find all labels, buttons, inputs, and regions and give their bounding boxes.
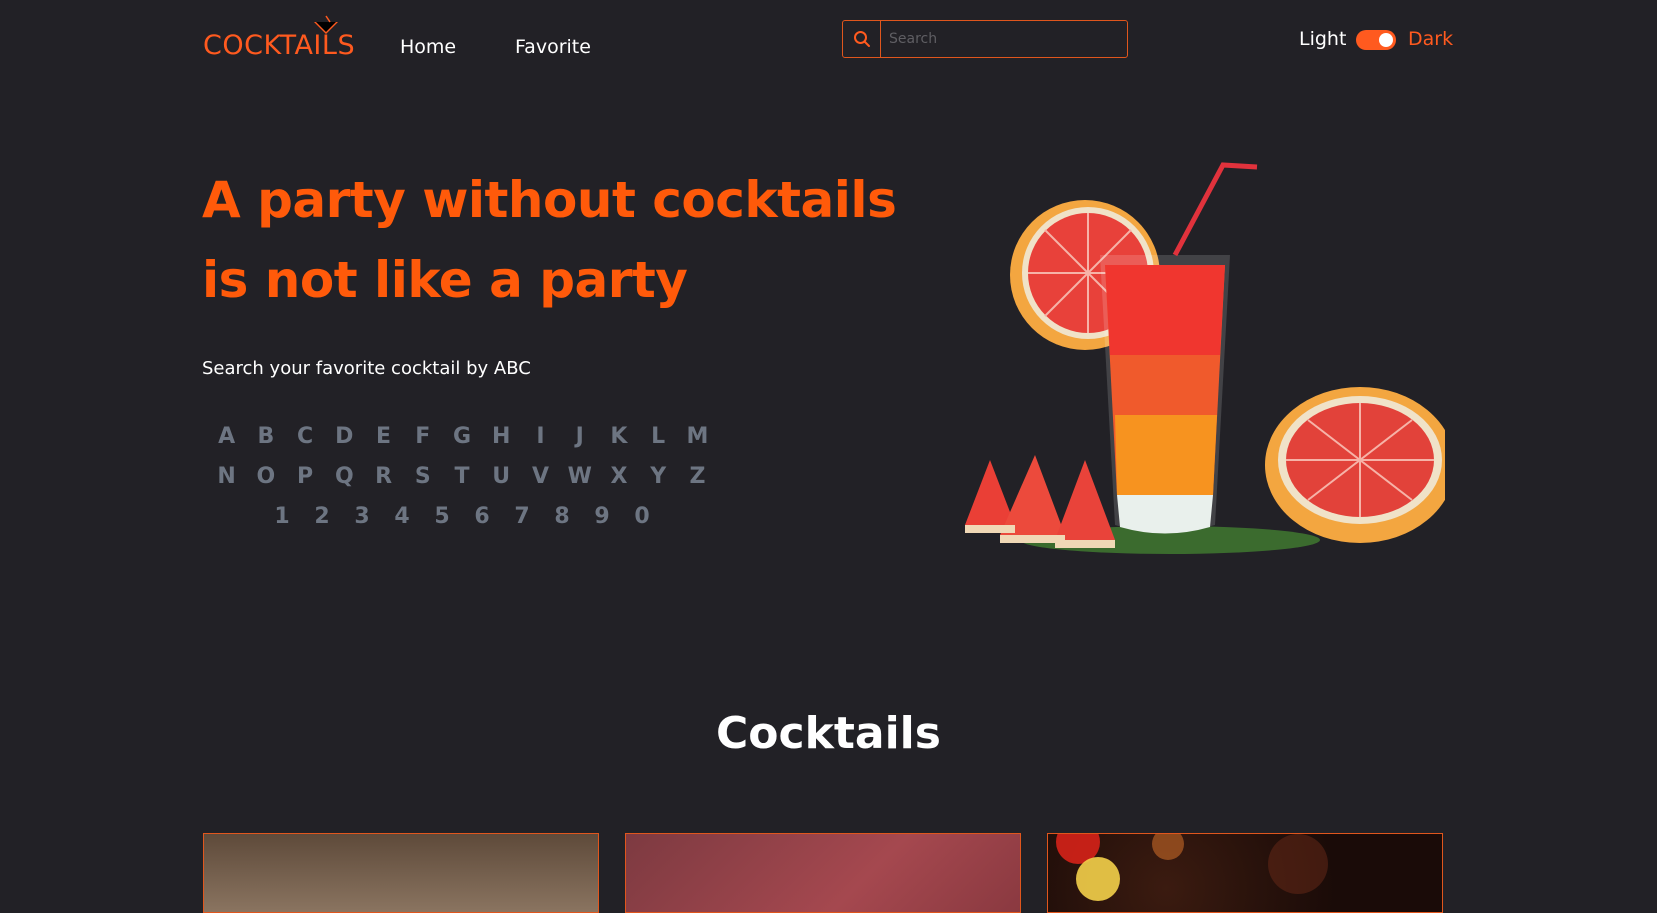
digit-button[interactable]: 0	[622, 504, 662, 544]
letter-button[interactable]: R	[364, 464, 403, 504]
digit-button[interactable]: 5	[422, 504, 462, 544]
cocktail-hero-image	[965, 162, 1445, 554]
letter-button[interactable]: S	[403, 464, 442, 504]
theme-dark-label: Dark	[1408, 28, 1454, 50]
letter-button[interactable]: F	[403, 424, 442, 464]
letter-button[interactable]: N	[207, 464, 246, 504]
letter-button[interactable]: Y	[639, 464, 678, 504]
hero-subtitle: Search your favorite cocktail by ABC	[202, 358, 531, 379]
letter-button[interactable]: G	[442, 424, 481, 464]
search-icon	[853, 31, 870, 47]
alphabet-filter: ABCDEFGHIJKLM NOPQRSTUVWXYZ 1234567890	[207, 424, 717, 544]
theme-toggle[interactable]	[1356, 30, 1396, 50]
search-box	[842, 20, 1128, 58]
letter-button[interactable]: M	[678, 424, 717, 464]
digit-button[interactable]: 9	[582, 504, 622, 544]
letter-button[interactable]: I	[521, 424, 560, 464]
letter-button[interactable]: W	[560, 464, 599, 504]
cocktail-card[interactable]	[1047, 833, 1443, 913]
letter-button[interactable]: B	[246, 424, 285, 464]
digit-button[interactable]: 6	[462, 504, 502, 544]
letters-row-1: ABCDEFGHIJKLM	[207, 424, 717, 464]
letter-button[interactable]: Q	[325, 464, 364, 504]
letter-button[interactable]: C	[285, 424, 324, 464]
nav-home[interactable]: Home	[400, 36, 456, 58]
cocktail-glass-icon	[314, 15, 338, 34]
section-title: Cocktails	[716, 708, 941, 759]
theme-light-label: Light	[1299, 28, 1347, 50]
digit-button[interactable]: 3	[342, 504, 382, 544]
letter-button[interactable]: L	[639, 424, 678, 464]
bokeh-image	[1056, 834, 1328, 901]
letter-button[interactable]: K	[599, 424, 638, 464]
digit-button[interactable]: 8	[542, 504, 582, 544]
letter-button[interactable]: O	[246, 464, 285, 504]
hero-title-line2: is not like a party	[202, 251, 688, 309]
letter-button[interactable]: U	[482, 464, 521, 504]
letter-button[interactable]: Z	[678, 464, 717, 504]
digits-row: 1234567890	[207, 504, 717, 544]
letter-button[interactable]: H	[482, 424, 521, 464]
letter-button[interactable]: J	[560, 424, 599, 464]
search-input[interactable]	[881, 21, 1127, 57]
letter-button[interactable]: A	[207, 424, 246, 464]
hero-title-line1: A party without cocktails	[202, 171, 897, 229]
digit-button[interactable]: 1	[262, 504, 302, 544]
toggle-knob	[1379, 33, 1393, 47]
letter-button[interactable]: X	[599, 464, 638, 504]
digit-button[interactable]: 2	[302, 504, 342, 544]
letter-button[interactable]: E	[364, 424, 403, 464]
nav-favorite[interactable]: Favorite	[515, 36, 591, 58]
search-button[interactable]	[843, 21, 881, 57]
hero-title: A party without cocktails is not like a …	[202, 160, 922, 320]
cocktail-card[interactable]	[203, 833, 599, 913]
digit-button[interactable]: 7	[502, 504, 542, 544]
letter-button[interactable]: T	[442, 464, 481, 504]
digit-button[interactable]: 4	[382, 504, 422, 544]
cocktail-card[interactable]	[625, 833, 1021, 913]
letter-button[interactable]: D	[325, 424, 364, 464]
letters-row-2: NOPQRSTUVWXYZ	[207, 464, 717, 504]
letter-button[interactable]: V	[521, 464, 560, 504]
header: COCKTAILS Home Favorite Light Dark	[0, 0, 1657, 90]
letter-button[interactable]: P	[285, 464, 324, 504]
